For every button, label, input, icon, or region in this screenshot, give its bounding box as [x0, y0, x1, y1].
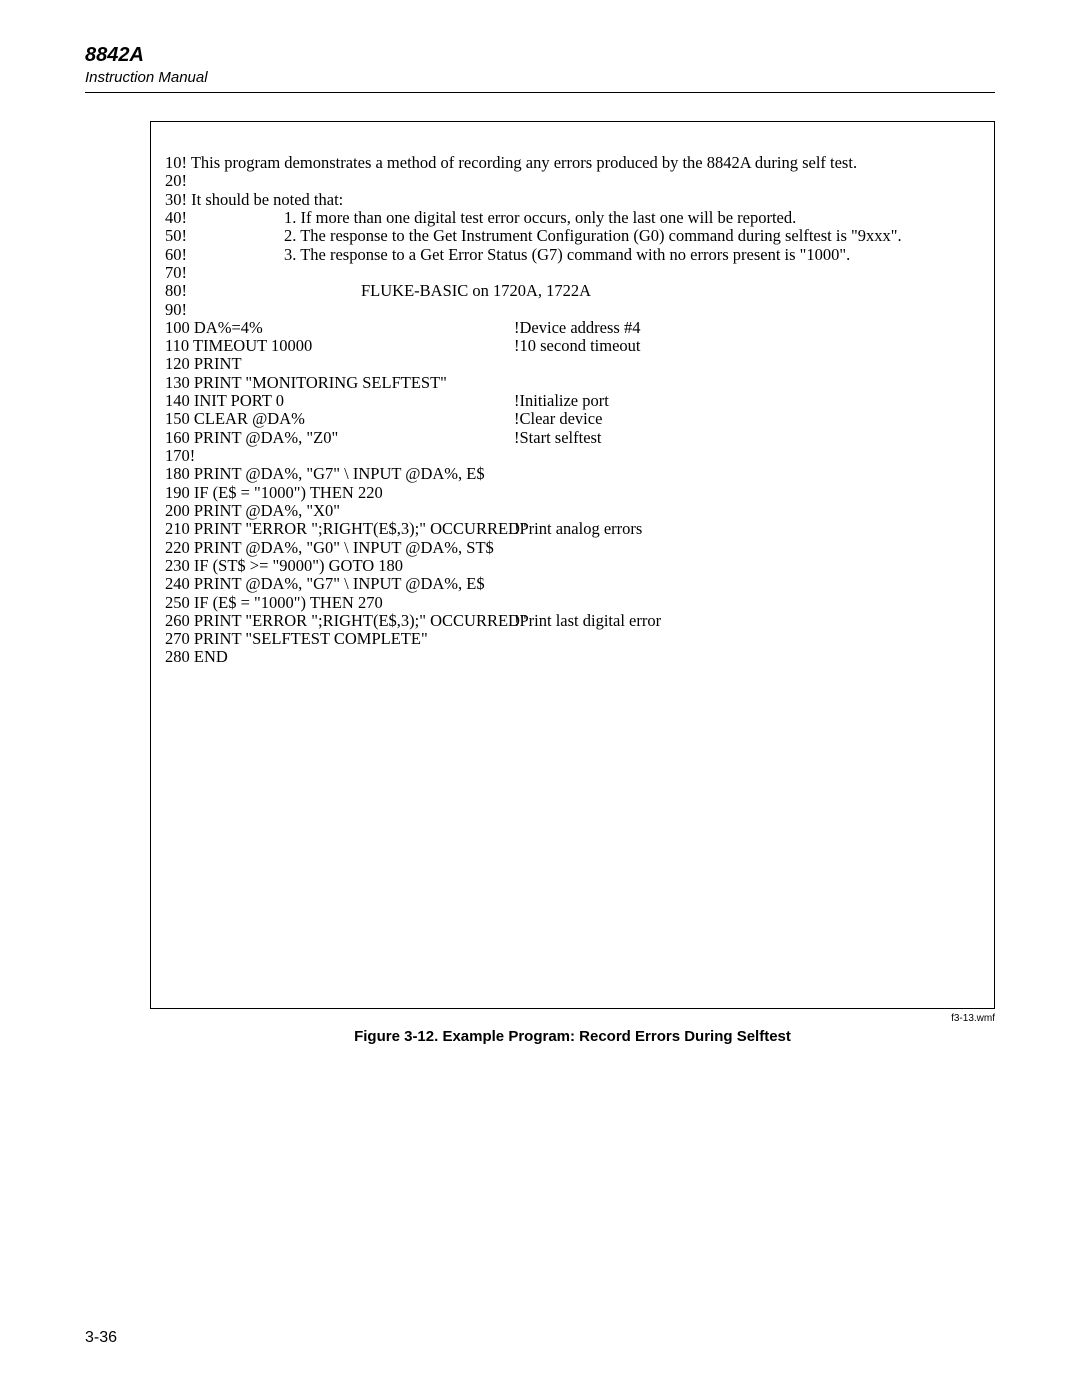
code-line: 130 PRINT "MONITORING SELFTEST"	[165, 374, 980, 392]
code-line: 80!FLUKE-BASIC on 1720A, 1722A	[165, 282, 980, 300]
code-line: 40!1. If more than one digital test erro…	[165, 209, 980, 227]
code-line: 160 PRINT @DA%, "Z0"!Start selftest	[165, 429, 980, 447]
code-line: 260 PRINT "ERROR ";RIGHT(E$,3);" OCCURRE…	[165, 612, 980, 630]
code-line: 180 PRINT @DA%, "G7" \ INPUT @DA%, E$	[165, 465, 980, 483]
code-line: 120 PRINT	[165, 355, 980, 373]
code-line: 150 CLEAR @DA%!Clear device	[165, 410, 980, 428]
code-line: 90!	[165, 301, 980, 319]
code-line: 140 INIT PORT 0!Initialize port	[165, 392, 980, 410]
code-line: 200 PRINT @DA%, "X0"	[165, 502, 980, 520]
code-line: 10! This program demonstrates a method o…	[165, 154, 980, 172]
code-line: 240 PRINT @DA%, "G7" \ INPUT @DA%, E$	[165, 575, 980, 593]
code-line: 280 END	[165, 648, 980, 666]
code-line: 30! It should be noted that:	[165, 191, 980, 209]
code-line: 50!2. The response to the Get Instrument…	[165, 227, 980, 245]
model-number: 8842A	[85, 44, 995, 67]
code-line: 70!	[165, 264, 980, 282]
code-line: 210 PRINT "ERROR ";RIGHT(E$,3);" OCCURRE…	[165, 520, 980, 538]
code-line: 110 TIMEOUT 10000!10 second timeout	[165, 337, 980, 355]
code-line: 60!3. The response to a Get Error Status…	[165, 246, 980, 264]
code-line: 220 PRINT @DA%, "G0" \ INPUT @DA%, ST$	[165, 539, 980, 557]
source-filename: f3-13.wmf	[150, 1013, 995, 1024]
code-line: 170!	[165, 447, 980, 465]
page-number: 3-36	[85, 1329, 117, 1347]
code-line: 250 IF (E$ = "1000") THEN 270	[165, 594, 980, 612]
figure-caption: Figure 3-12. Example Program: Record Err…	[150, 1028, 995, 1045]
code-line: 20!	[165, 172, 980, 190]
code-line: 230 IF (ST$ >= "9000") GOTO 180	[165, 557, 980, 575]
manual-subtitle: Instruction Manual	[85, 69, 995, 86]
page: 8842A Instruction Manual 10! This progra…	[0, 0, 1080, 1397]
code-line: 190 IF (E$ = "1000") THEN 220	[165, 484, 980, 502]
code-listing-box: 10! This program demonstrates a method o…	[150, 121, 995, 1009]
code-line: 100 DA%=4%!Device address #4	[165, 319, 980, 337]
code-line: 270 PRINT "SELFTEST COMPLETE"	[165, 630, 980, 648]
page-header: 8842A Instruction Manual	[85, 44, 995, 93]
